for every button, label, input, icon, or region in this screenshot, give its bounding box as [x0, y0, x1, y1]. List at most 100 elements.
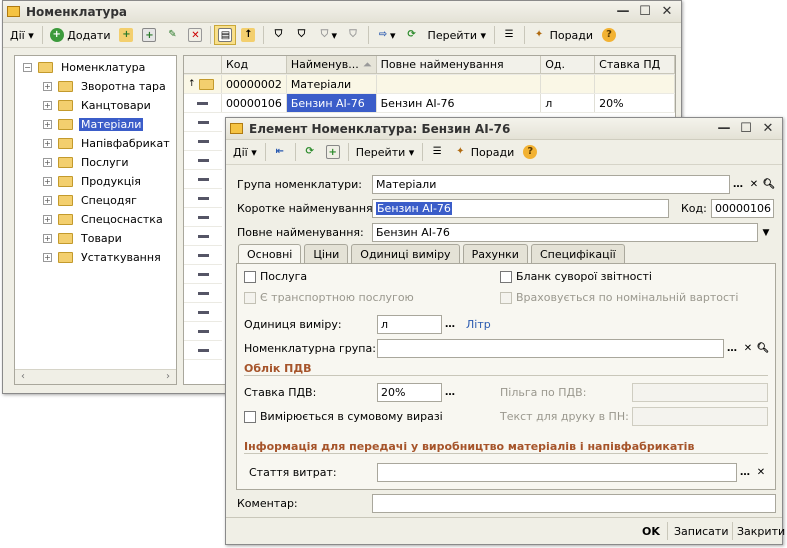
expand-icon[interactable]: + — [43, 196, 52, 205]
table-row[interactable] — [184, 265, 222, 284]
dialog-hints-button[interactable]: ✦ Поради — [449, 142, 518, 162]
strict-reporting-checkbox[interactable]: Бланк суворої звітності — [500, 270, 652, 283]
table-row[interactable] — [184, 303, 222, 322]
checkbox-box[interactable] — [244, 410, 256, 423]
expand-icon[interactable]: + — [43, 120, 52, 129]
dialog-actions-menu[interactable]: Дії ▾ — [229, 142, 261, 162]
edit-button[interactable]: ✎ — [161, 25, 183, 45]
save-and-close-button[interactable]: ⇤ — [269, 142, 291, 162]
tree-item-selected[interactable]: + Матеріали — [15, 115, 176, 134]
clear-icon[interactable]: ✕ — [740, 340, 756, 357]
nomenclature-group-field[interactable] — [377, 339, 724, 358]
expand-icon[interactable]: + — [43, 158, 52, 167]
unit-select-button[interactable]: … — [442, 316, 458, 333]
hints-button[interactable]: ✦ Поради — [528, 25, 597, 45]
tree-item[interactable]: + Зворотна тара — [15, 77, 176, 96]
expand-icon[interactable]: + — [43, 234, 52, 243]
expand-icon[interactable]: + — [43, 82, 52, 91]
cost-item-field[interactable] — [377, 463, 737, 482]
collapse-icon[interactable]: − — [23, 63, 32, 72]
refresh-button[interactable]: ⟳ — [401, 25, 423, 45]
nomenclature-group-select-button[interactable]: … — [724, 340, 740, 357]
structure-button[interactable]: ⇨ ▾ — [372, 25, 400, 45]
table-row[interactable] — [184, 284, 222, 303]
filter-by-value-button[interactable]: ⛉ — [290, 25, 312, 45]
expand-icon[interactable]: + — [43, 101, 52, 110]
checkbox-box[interactable] — [244, 291, 256, 304]
ok-button[interactable]: OK — [642, 521, 660, 541]
clear-filter-button[interactable]: ⛉ — [342, 25, 364, 45]
cost-item-select-button[interactable]: … — [737, 464, 753, 481]
unit-field[interactable]: л — [377, 315, 442, 334]
checkbox-box[interactable] — [244, 270, 256, 283]
minimize-button[interactable]: — — [613, 3, 633, 21]
filter-button[interactable]: ⛉ — [267, 25, 289, 45]
tree-item[interactable]: + Продукція — [15, 172, 176, 191]
list-settings-button[interactable]: ☰ — [498, 25, 520, 45]
close-dialog-button[interactable]: Закрити — [737, 521, 785, 541]
dialog-copy-button[interactable]: + — [322, 142, 344, 162]
expand-icon[interactable]: + — [43, 215, 52, 224]
tree-item[interactable]: + Спецодяг — [15, 191, 176, 210]
service-checkbox[interactable]: Послуга — [244, 270, 307, 283]
expand-icon[interactable]: + — [43, 253, 52, 262]
tree-item-root[interactable]: − Номенклатура — [15, 58, 176, 77]
dialog-help-button[interactable]: ? — [519, 142, 541, 162]
tree-item[interactable]: + Устаткування — [15, 248, 176, 267]
dialog-minimize-button[interactable]: — — [714, 120, 734, 138]
filter-history-button[interactable]: ⛉ ▾ — [313, 25, 341, 45]
help-button[interactable]: ? — [598, 25, 620, 45]
close-button[interactable]: ✕ — [657, 3, 677, 21]
table-row[interactable] — [184, 208, 222, 227]
unit-full-name-link[interactable]: Літр — [466, 318, 491, 331]
tree-item[interactable]: + Напівфабрикат — [15, 134, 176, 153]
scroll-left-icon[interactable]: ‹ — [21, 370, 25, 384]
column-header-full-name[interactable]: Повне найменування — [376, 56, 542, 74]
save-button[interactable]: Записати — [674, 521, 728, 541]
select-button[interactable]: … — [730, 176, 746, 193]
tree-item[interactable]: + Канцтовари — [15, 96, 176, 115]
search-icon[interactable]: 🔍︎ — [755, 340, 771, 357]
dialog-save-button[interactable]: ⟳ — [299, 142, 321, 162]
hierarchy-toggle-button[interactable]: ▤ — [214, 25, 237, 45]
group-field[interactable]: Матеріали — [372, 175, 730, 194]
dialog-list-button[interactable]: ☰ — [426, 142, 448, 162]
tab-units[interactable]: Одиниці виміру — [351, 244, 460, 263]
checkbox-box[interactable] — [500, 291, 512, 304]
tab-prices[interactable]: Ціни — [304, 244, 349, 263]
table-row[interactable] — [184, 132, 222, 151]
tree-horizontal-scrollbar[interactable]: ‹ › — [15, 369, 176, 384]
dialog-goto-menu[interactable]: Перейти ▾ — [352, 142, 419, 162]
code-field[interactable]: 00000106 — [711, 199, 774, 218]
clear-icon[interactable]: ✕ — [746, 176, 762, 193]
vat-rate-select-button[interactable]: … — [442, 384, 458, 401]
table-row[interactable] — [184, 113, 222, 132]
add-button[interactable]: + Додати — [46, 25, 115, 45]
add-folder-button[interactable]: + — [115, 25, 137, 45]
column-header-unit[interactable]: Од. — [541, 56, 596, 74]
copy-button[interactable]: + — [138, 25, 160, 45]
table-row[interactable] — [184, 151, 222, 170]
table-row[interactable] — [184, 227, 222, 246]
tab-main[interactable]: Основні — [238, 244, 302, 264]
nominal-value-checkbox[interactable]: Враховується по номінальній вартості — [500, 291, 738, 304]
column-header-code[interactable]: Код — [221, 56, 287, 74]
actions-menu[interactable]: Дії ▾ — [6, 25, 38, 45]
maximize-button[interactable]: ☐ — [635, 3, 655, 21]
full-name-dropdown-icon[interactable]: ▼ — [758, 224, 774, 241]
comment-field[interactable] — [372, 494, 776, 513]
table-row[interactable] — [184, 189, 222, 208]
tree-item[interactable]: + Послуги — [15, 153, 176, 172]
checkbox-box[interactable] — [500, 270, 512, 283]
table-row[interactable] — [184, 322, 222, 341]
table-row[interactable] — [184, 170, 222, 189]
table-row[interactable] — [184, 246, 222, 265]
table-row-selected[interactable]: 00000106 Бензин АІ-76 Бензин АІ-76 л 20% — [184, 94, 675, 113]
transport-service-checkbox[interactable]: Є транспортною послугою — [244, 291, 414, 304]
clear-icon[interactable]: ✕ — [753, 464, 769, 481]
tree-item[interactable]: + Спецоснастка — [15, 210, 176, 229]
column-header-vat-rate[interactable]: Ставка ПД — [595, 56, 675, 74]
delete-button[interactable]: ✕ — [184, 25, 206, 45]
tab-accounts[interactable]: Рахунки — [462, 244, 528, 263]
full-name-field[interactable]: Бензин АІ-76 — [372, 223, 758, 242]
